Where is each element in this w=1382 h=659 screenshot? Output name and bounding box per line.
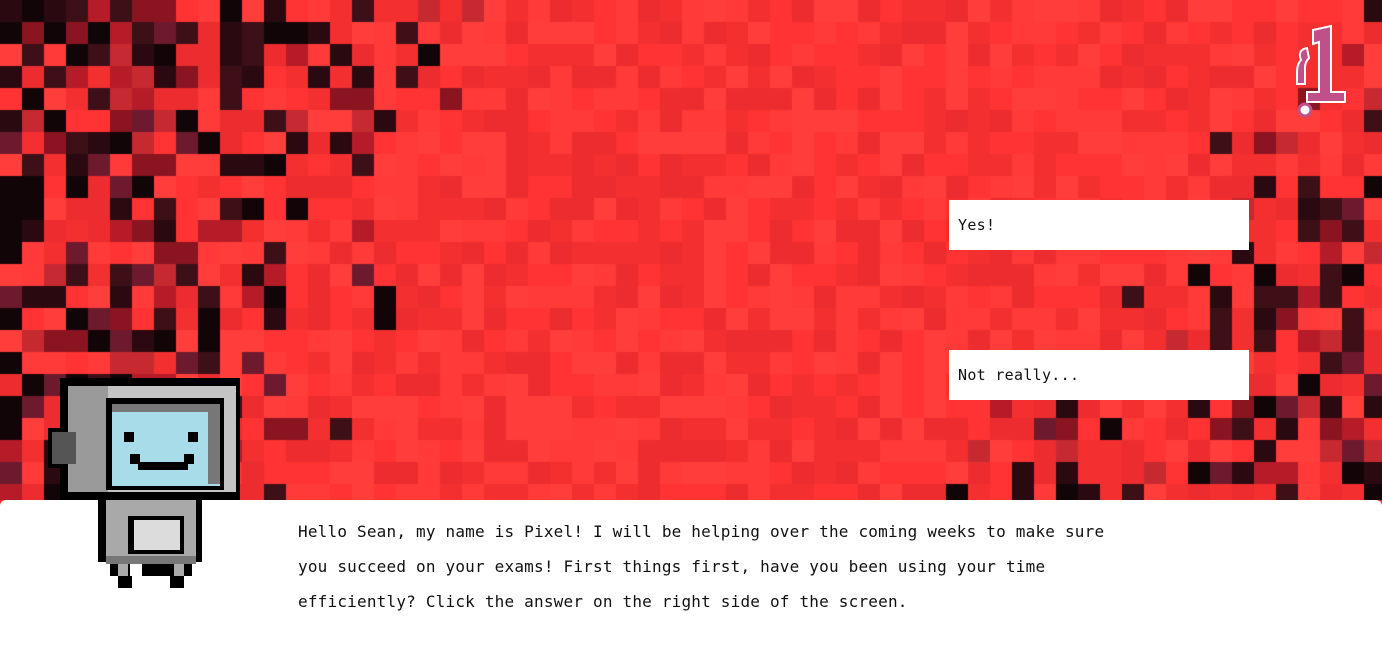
robot-mascot-icon bbox=[48, 378, 240, 588]
logo-icon: ! bbox=[1283, 22, 1346, 118]
dialog-message: Hello Sean, my name is Pixel! I will be … bbox=[298, 522, 1105, 611]
answer-yes-button[interactable]: Yes! bbox=[949, 200, 1249, 250]
answer-not-really-button[interactable]: Not really... bbox=[949, 350, 1249, 400]
logo-glyph: ! bbox=[1283, 22, 1293, 26]
